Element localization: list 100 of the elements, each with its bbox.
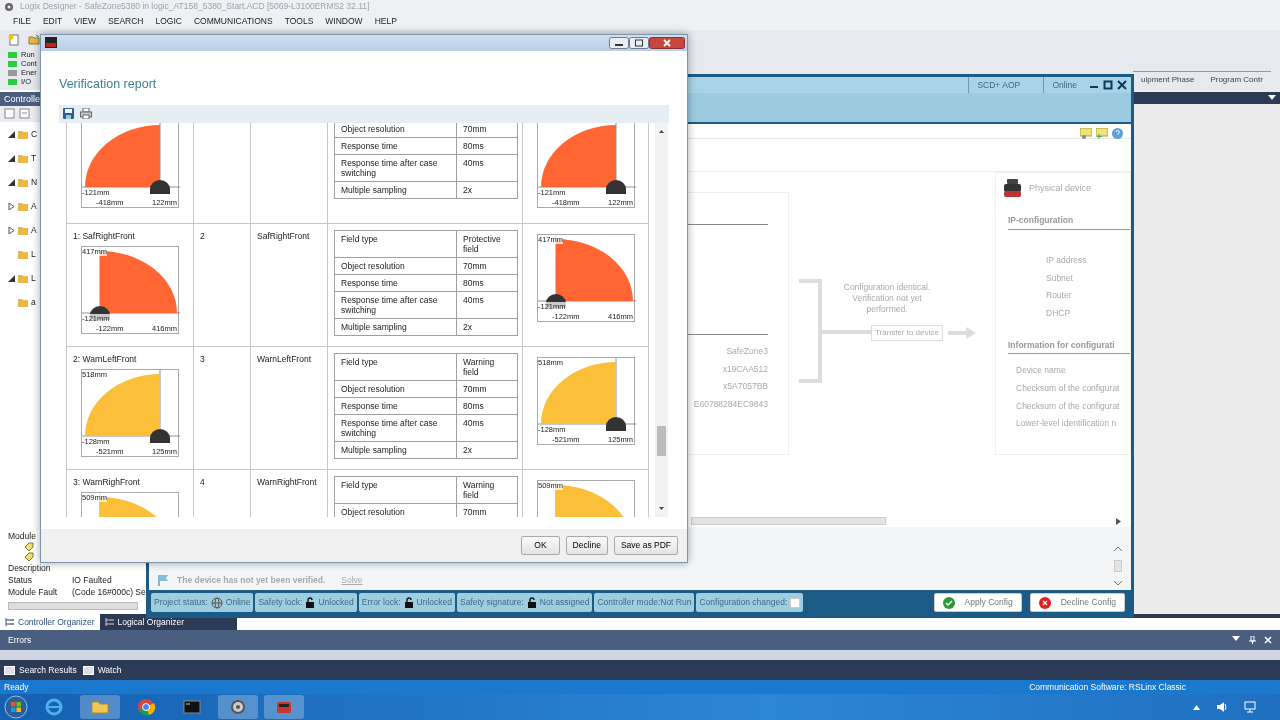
menu-item[interactable]: FILE bbox=[13, 15, 31, 28]
document-tab[interactable]: Program Contr bbox=[1202, 71, 1271, 88]
property-value: Warning field bbox=[456, 353, 518, 380]
organizer-tab[interactable]: Controller Organizer bbox=[0, 614, 100, 630]
checkbox[interactable] bbox=[790, 597, 801, 608]
open-folder-icon[interactable] bbox=[28, 34, 40, 46]
scroll-up-icon[interactable] bbox=[1114, 546, 1122, 552]
menu-item[interactable]: LOGIC bbox=[155, 15, 182, 28]
tree-item[interactable]: a bbox=[31, 295, 36, 309]
unlocked-icon bbox=[403, 596, 414, 609]
dropdown-icon[interactable] bbox=[1232, 636, 1240, 642]
browser-icon[interactable] bbox=[44, 697, 64, 717]
tray-arrow-icon[interactable] bbox=[1193, 704, 1200, 710]
folder-icon bbox=[18, 201, 28, 211]
menu-item[interactable]: EDIT bbox=[42, 15, 63, 28]
apply-button[interactable]: Apply Config bbox=[933, 593, 1022, 613]
value-text: x19CAA512 bbox=[722, 363, 768, 376]
help-icon[interactable] bbox=[1112, 128, 1123, 140]
field-label: Checksum of the configurat bbox=[1015, 399, 1121, 413]
horizontal-scrollbar[interactable] bbox=[691, 517, 886, 526]
decline-button[interactable]: Decline bbox=[565, 535, 608, 555]
property-name: Multiple sampling bbox=[334, 318, 457, 335]
horizontal-scrollbar[interactable] bbox=[8, 602, 138, 610]
folder-icon bbox=[18, 249, 28, 259]
save-pdf-button[interactable]: Save as PDF bbox=[613, 535, 678, 555]
property-value: 80ms bbox=[456, 137, 518, 154]
tree-item[interactable]: A bbox=[31, 199, 37, 213]
property-value: 80ms bbox=[456, 397, 518, 414]
note-add-icon[interactable] bbox=[1096, 128, 1108, 140]
menu-item[interactable]: WINDOW bbox=[325, 15, 363, 28]
property-name: Object resolution bbox=[334, 122, 457, 137]
folder-icon bbox=[18, 273, 28, 283]
chip-value: Unlocked bbox=[318, 596, 354, 610]
field-name: 1: SafRightFront bbox=[73, 229, 136, 243]
property-value: 70mm bbox=[456, 380, 518, 397]
tree-item[interactable]: N bbox=[31, 175, 38, 189]
panel-title: Physical device bbox=[1029, 182, 1092, 196]
chrome-icon[interactable] bbox=[136, 697, 156, 717]
property-value: 40ms bbox=[456, 414, 518, 441]
folder-icon bbox=[18, 153, 28, 163]
cancel-icon bbox=[1038, 596, 1051, 609]
property-name: Multiple sampling bbox=[334, 441, 457, 458]
close-icon[interactable] bbox=[649, 36, 685, 49]
expanded-icon[interactable] bbox=[8, 154, 15, 162]
tree-item[interactable]: T bbox=[31, 151, 37, 165]
maximize-icon[interactable] bbox=[629, 36, 649, 49]
tree-item[interactable]: L bbox=[31, 247, 36, 261]
ok-button[interactable]: OK bbox=[521, 535, 560, 555]
vertical-scrollbar[interactable] bbox=[1113, 546, 1123, 587]
start-icon[interactable] bbox=[4, 695, 28, 719]
field-label: Subnet bbox=[1045, 271, 1074, 285]
menu-item[interactable]: COMMUNICATIONS bbox=[193, 15, 273, 28]
window-title: Logix Designer - SafeZone5380 in logic_AT158_5380_Start.ACD [5069-L3100ERMS2 32.11] bbox=[20, 0, 370, 13]
value-text: SafeZone3 bbox=[726, 345, 768, 359]
property-label: Status bbox=[8, 574, 34, 586]
minimize-icon[interactable] bbox=[609, 36, 629, 49]
property-value: IO Faulted bbox=[72, 574, 112, 586]
expanded-icon[interactable] bbox=[8, 178, 15, 186]
globe-icon bbox=[210, 596, 223, 609]
speaker-icon[interactable] bbox=[1216, 701, 1228, 713]
property-name: Response time after case switching bbox=[334, 154, 457, 181]
panel-tab[interactable]: Watch bbox=[82, 663, 122, 677]
gear-icon[interactable] bbox=[228, 697, 248, 717]
terminal-icon[interactable] bbox=[182, 697, 202, 717]
scroll-thumb[interactable] bbox=[657, 425, 666, 456]
tree-icon bbox=[104, 617, 115, 627]
tree-item[interactable]: C bbox=[31, 127, 38, 141]
organizer-tab[interactable]: Logical Organizer bbox=[99, 614, 190, 630]
maximize-icon[interactable] bbox=[1103, 80, 1113, 90]
field-index: 2 bbox=[200, 230, 205, 241]
property-value: 70mm bbox=[456, 257, 518, 274]
unlocked-icon bbox=[526, 596, 537, 609]
scroll-right-icon[interactable] bbox=[1116, 518, 1121, 525]
close-icon[interactable] bbox=[1117, 80, 1127, 90]
tree-item[interactable]: L bbox=[31, 271, 36, 285]
property-value: 2x bbox=[456, 441, 518, 458]
menu-item[interactable]: VIEW bbox=[74, 15, 97, 28]
pin-icon[interactable] bbox=[1248, 636, 1256, 644]
menu-item[interactable]: HELP bbox=[374, 15, 397, 28]
save-icon[interactable] bbox=[63, 108, 74, 120]
dropdown-icon[interactable] bbox=[1268, 95, 1276, 101]
property-label: Module Fault bbox=[8, 586, 59, 598]
notice-text: The device has not yet been verified. bbox=[177, 573, 326, 587]
vertical-scrollbar[interactable] bbox=[655, 122, 668, 517]
collapsed-icon[interactable] bbox=[8, 202, 15, 210]
expanded-icon[interactable] bbox=[8, 274, 15, 282]
collapsed-icon[interactable] bbox=[8, 226, 15, 234]
print-icon[interactable] bbox=[80, 108, 92, 120]
note-view-icon[interactable] bbox=[1080, 128, 1092, 140]
menu-item[interactable]: SEARCH bbox=[108, 15, 144, 28]
tree-item[interactable]: A bbox=[31, 223, 37, 237]
field-index: 3 bbox=[200, 353, 205, 364]
scroll-down-icon[interactable] bbox=[1114, 581, 1122, 587]
network-icon[interactable] bbox=[1244, 701, 1256, 713]
menu-item[interactable]: TOOLS bbox=[284, 15, 314, 28]
expanded-icon[interactable] bbox=[8, 130, 15, 138]
field-name: 3: WarnRighFront bbox=[73, 475, 141, 489]
panel-tab[interactable]: Search Results bbox=[4, 663, 77, 677]
decline-button[interactable]: Decline Config bbox=[1029, 593, 1125, 613]
section-heading: IP-configuration bbox=[1008, 214, 1130, 231]
